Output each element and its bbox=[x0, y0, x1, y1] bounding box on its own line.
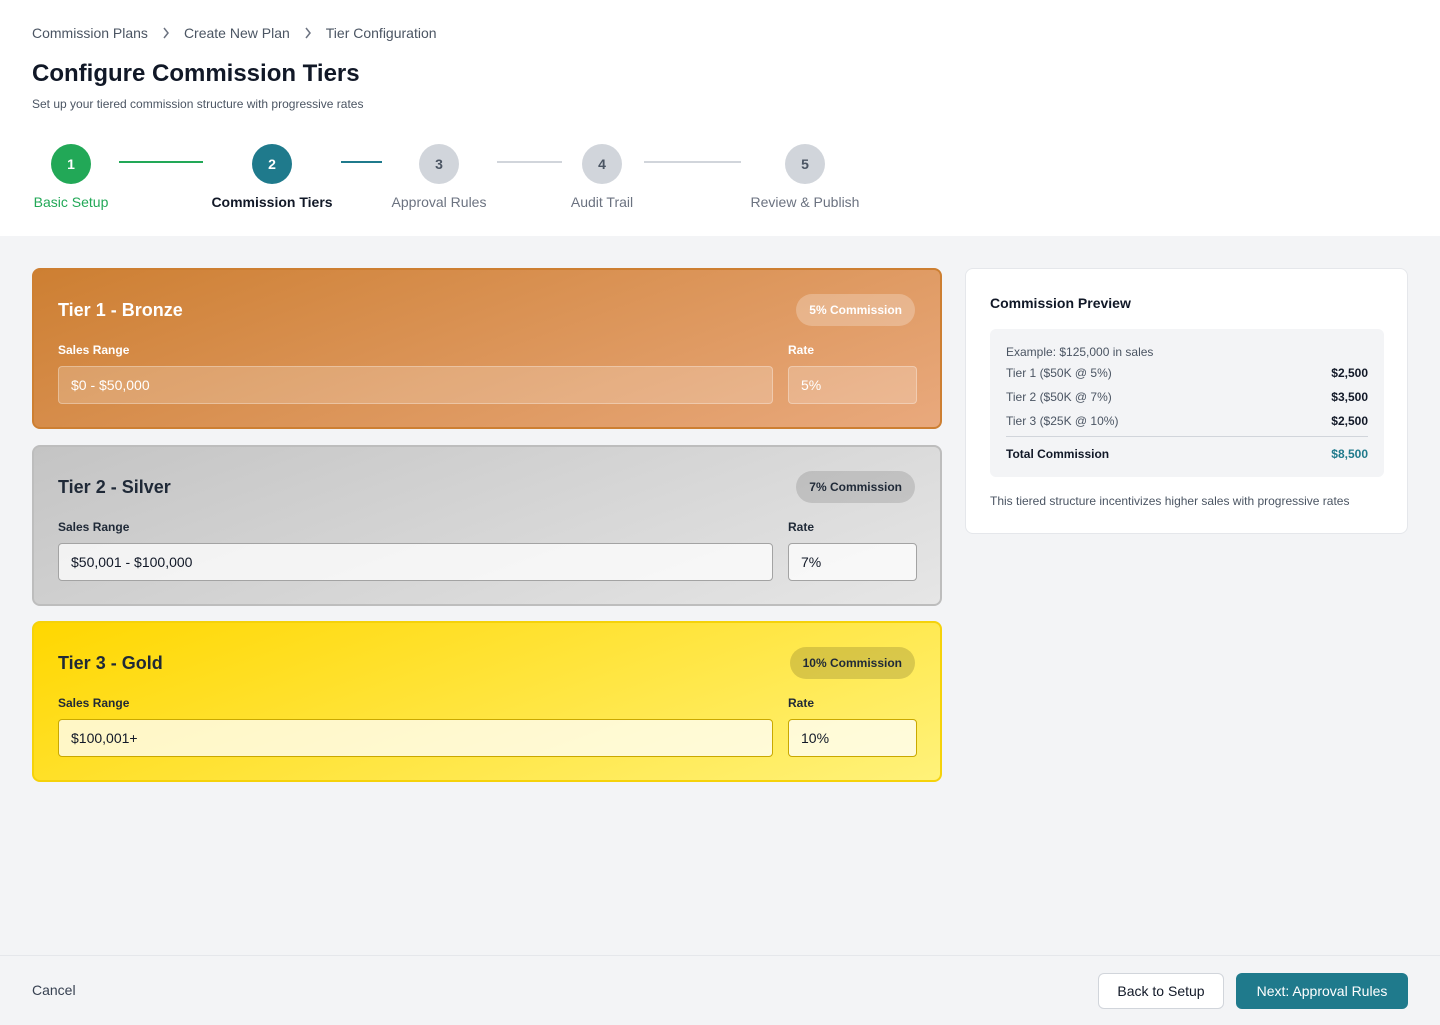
step-2-label[interactable]: Commission Tiers bbox=[211, 194, 332, 210]
preview-row-value: $2,500 bbox=[1331, 414, 1368, 428]
breadcrumb: Commission Plans Create New Plan Tier Co… bbox=[32, 25, 437, 41]
preview-row-value: $2,500 bbox=[1331, 366, 1368, 380]
breadcrumb-commission-plans[interactable]: Commission Plans bbox=[32, 25, 148, 41]
preview-row-label: Tier 3 ($25K @ 10%) bbox=[1006, 414, 1119, 428]
next-approval-rules-button[interactable]: Next: Approval Rules bbox=[1236, 973, 1408, 1009]
page-title: Configure Commission Tiers bbox=[32, 60, 360, 87]
sales-range-input[interactable]: $100,001+ bbox=[58, 719, 773, 757]
step-4-label[interactable]: Audit Trail bbox=[571, 194, 633, 210]
total-commission-value: $8,500 bbox=[1331, 447, 1368, 461]
progress-stepper: 1 Basic Setup 2 Commission Tiers 3 Appro… bbox=[0, 144, 900, 224]
preview-total-row: Total Commission $8,500 bbox=[1006, 447, 1368, 461]
header-section: Commission Plans Create New Plan Tier Co… bbox=[0, 0, 1440, 236]
footer-action-bar: Cancel Back to Setup Next: Approval Rule… bbox=[0, 955, 1440, 1025]
tier-card-bronze: Tier 1 - Bronze 5% Commission Sales Rang… bbox=[32, 268, 942, 429]
step-2-circle[interactable]: 2 bbox=[252, 144, 292, 184]
commission-preview-panel: Commission Preview Example: $125,000 in … bbox=[965, 268, 1408, 534]
step-5-circle[interactable]: 5 bbox=[785, 144, 825, 184]
step-5-label[interactable]: Review & Publish bbox=[751, 194, 860, 210]
cancel-button[interactable]: Cancel bbox=[32, 982, 76, 998]
step-connector-2-3 bbox=[341, 161, 382, 163]
sales-range-input[interactable]: $0 - $50,000 bbox=[58, 366, 773, 404]
sales-range-label: Sales Range bbox=[58, 696, 130, 710]
rate-input[interactable]: 5% bbox=[788, 366, 917, 404]
commission-badge: 7% Commission bbox=[796, 471, 915, 503]
tier-card-silver: Tier 2 - Silver 7% Commission Sales Rang… bbox=[32, 445, 942, 606]
page-subtitle: Set up your tiered commission structure … bbox=[32, 97, 364, 111]
sales-range-label: Sales Range bbox=[58, 343, 130, 357]
step-1-label[interactable]: Basic Setup bbox=[34, 194, 109, 210]
preview-row-label: Tier 2 ($50K @ 7%) bbox=[1006, 390, 1112, 404]
rate-label: Rate bbox=[788, 343, 815, 357]
rate-label: Rate bbox=[788, 520, 815, 534]
tier-title: Tier 3 - Gold bbox=[58, 653, 163, 673]
preview-row-value: $3,500 bbox=[1331, 390, 1368, 404]
preview-example: Example: $125,000 in sales bbox=[1006, 345, 1154, 359]
preview-row-tier-3: Tier 3 ($25K @ 10%) $2,500 bbox=[1006, 414, 1368, 428]
chevron-right-icon bbox=[304, 27, 312, 39]
rate-input[interactable]: 10% bbox=[788, 719, 917, 757]
step-4-circle[interactable]: 4 bbox=[582, 144, 622, 184]
tier-title: Tier 1 - Bronze bbox=[58, 300, 183, 320]
step-3-label[interactable]: Approval Rules bbox=[392, 194, 487, 210]
preview-row-tier-2: Tier 2 ($50K @ 7%) $3,500 bbox=[1006, 390, 1368, 404]
preview-title: Commission Preview bbox=[990, 295, 1131, 311]
rate-label: Rate bbox=[788, 696, 815, 710]
breadcrumb-tier-configuration: Tier Configuration bbox=[325, 25, 437, 41]
tier-card-gold: Tier 3 - Gold 10% Commission Sales Range… bbox=[32, 621, 942, 782]
preview-calculation-box: Example: $125,000 in sales Tier 1 ($50K … bbox=[990, 329, 1384, 477]
step-connector-4-5 bbox=[644, 161, 741, 163]
total-commission-label: Total Commission bbox=[1006, 447, 1110, 461]
commission-badge: 5% Commission bbox=[796, 294, 915, 326]
preview-row-label: Tier 1 ($50K @ 5%) bbox=[1006, 366, 1112, 380]
back-to-setup-button[interactable]: Back to Setup bbox=[1098, 973, 1224, 1009]
commission-badge: 10% Commission bbox=[789, 647, 915, 679]
preview-note: This tiered structure incentivizes highe… bbox=[990, 494, 1350, 508]
breadcrumb-create-new-plan[interactable]: Create New Plan bbox=[184, 25, 290, 41]
rate-input[interactable]: 7% bbox=[788, 543, 917, 581]
step-1-circle[interactable]: 1 bbox=[51, 144, 91, 184]
step-connector-3-4 bbox=[497, 161, 562, 163]
step-connector-1-2 bbox=[119, 161, 203, 163]
sales-range-input[interactable]: $50,001 - $100,000 bbox=[58, 543, 773, 581]
chevron-right-icon bbox=[162, 27, 170, 39]
sales-range-label: Sales Range bbox=[58, 520, 130, 534]
step-3-circle[interactable]: 3 bbox=[419, 144, 459, 184]
preview-divider bbox=[1006, 436, 1368, 437]
tier-title: Tier 2 - Silver bbox=[58, 477, 171, 497]
preview-row-tier-1: Tier 1 ($50K @ 5%) $2,500 bbox=[1006, 366, 1368, 380]
